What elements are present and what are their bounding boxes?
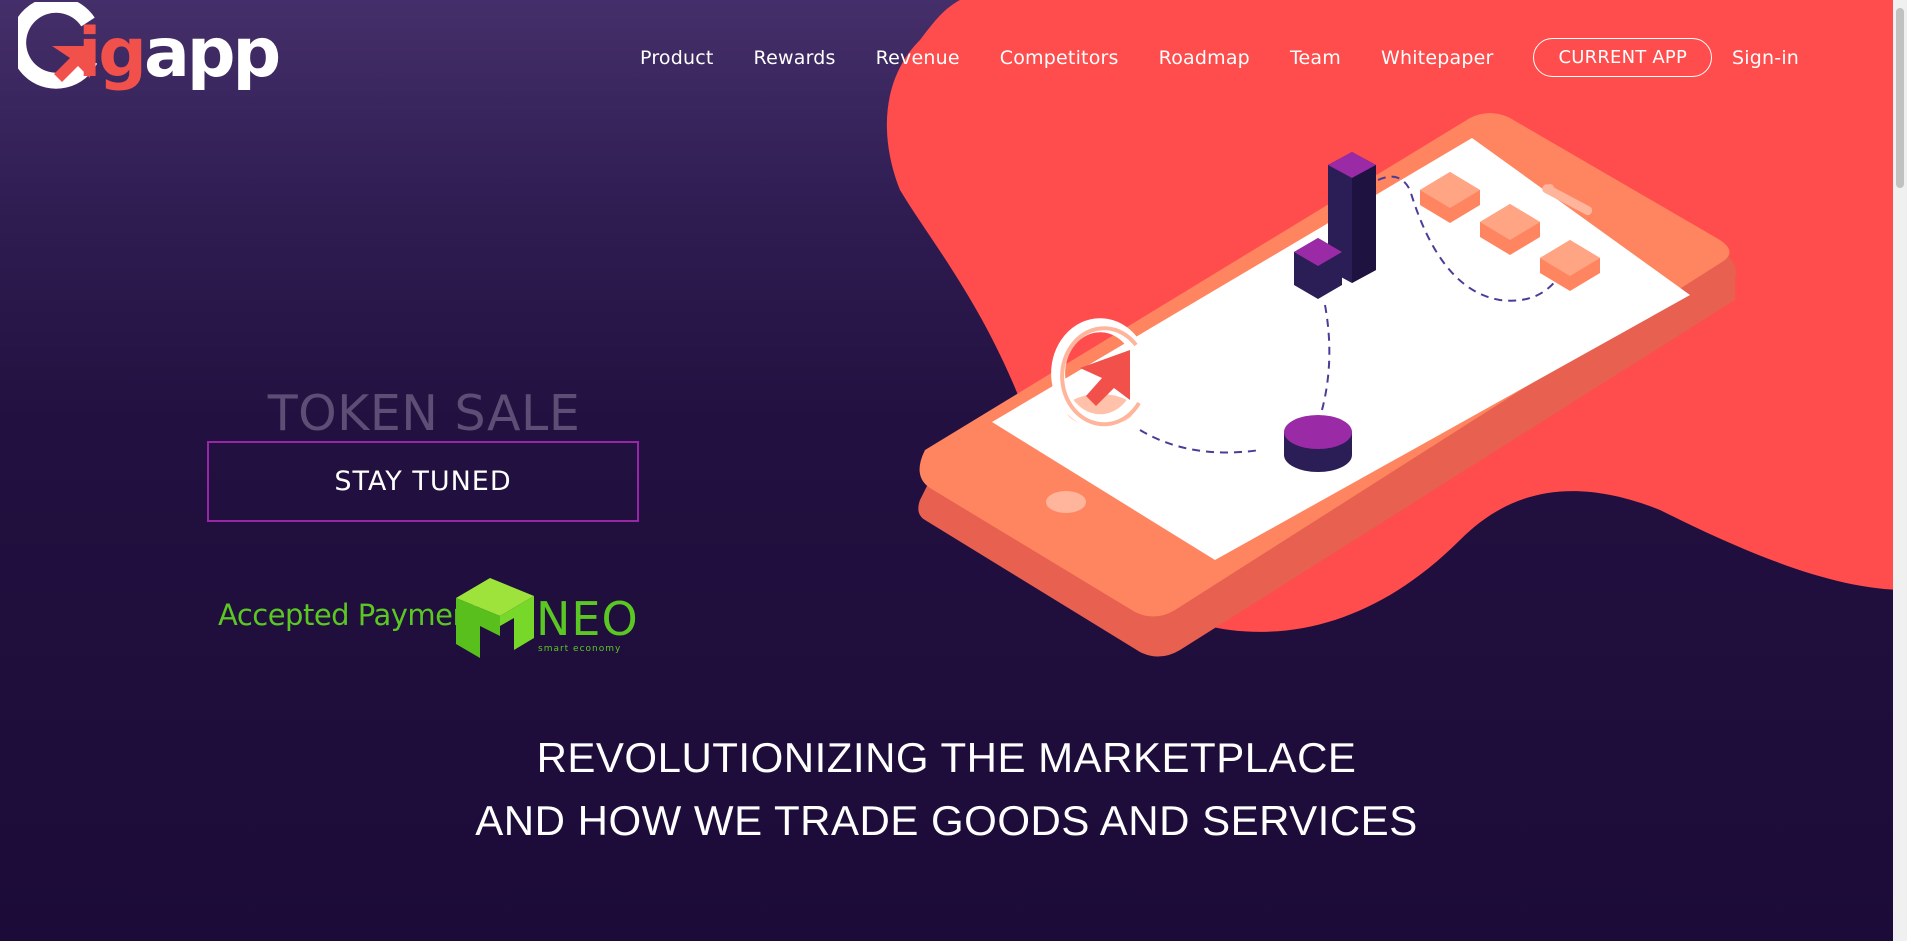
- nav-roadmap[interactable]: Roadmap: [1159, 47, 1250, 69]
- nav-revenue[interactable]: Revenue: [876, 47, 960, 69]
- current-app-button[interactable]: CURRENT APP: [1533, 38, 1713, 77]
- page-scrollbar[interactable]: [1893, 0, 1907, 941]
- token-sale-heading: TOKEN SALE: [267, 385, 581, 442]
- nav-product[interactable]: Product: [640, 47, 714, 69]
- logo-wordmark: igapp: [78, 20, 281, 88]
- logo-app: app: [143, 14, 281, 93]
- phone-illustration: [918, 113, 1736, 657]
- stay-tuned-button[interactable]: STAY TUNED: [207, 441, 639, 522]
- nav-competitors[interactable]: Competitors: [1000, 47, 1119, 69]
- headline-line-1: REVOLUTIONIZING THE MARKETPLACE: [536, 734, 1357, 781]
- nav-rewards[interactable]: Rewards: [754, 47, 836, 69]
- accepted-payment-label: Accepted Payment: [218, 598, 482, 632]
- sign-in-link[interactable]: Sign-in: [1732, 47, 1799, 69]
- neo-tagline: smart economy: [538, 644, 622, 654]
- headline-line-2: AND HOW WE TRADE GOODS AND SERVICES: [475, 797, 1418, 844]
- nav-team[interactable]: Team: [1290, 47, 1341, 69]
- logo-ig: ig: [78, 14, 147, 93]
- scrollbar-thumb[interactable]: [1896, 8, 1904, 188]
- landing-page: igapp Product Rewards Revenue Competitor…: [0, 0, 1907, 941]
- neo-wordmark: NEO: [536, 592, 639, 646]
- gigapp-logo[interactable]: igapp: [18, 2, 298, 102]
- nav-whitepaper[interactable]: Whitepaper: [1381, 47, 1494, 69]
- neo-logo-icon: [456, 578, 534, 658]
- main-nav: Product Rewards Revenue Competitors Road…: [640, 38, 1799, 77]
